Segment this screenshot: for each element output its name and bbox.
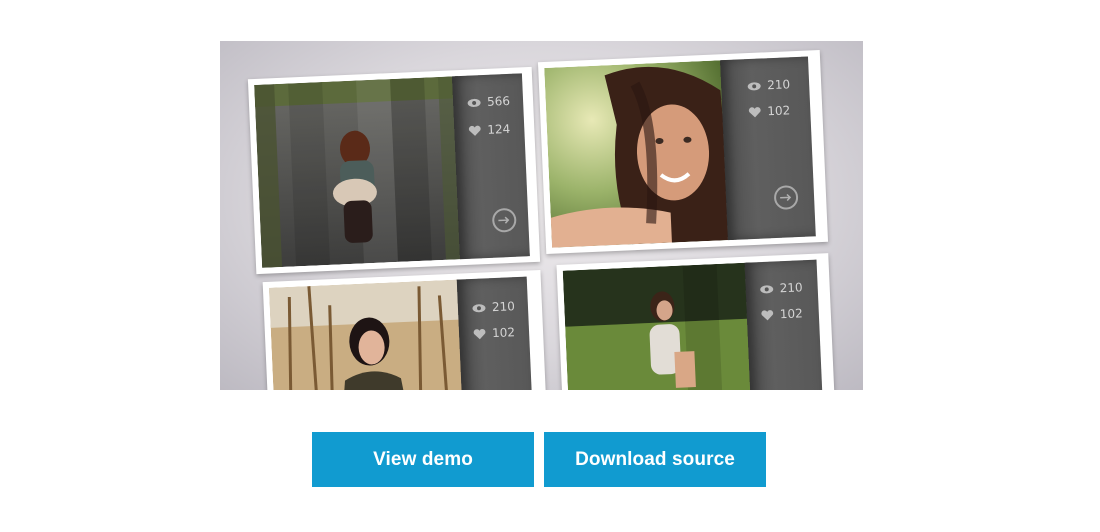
stats-panel: 210 102 (744, 259, 824, 390)
demo-preview-image: 566 124 210 102 210 102 210 102 (220, 41, 863, 390)
likes-count: 102 (491, 325, 516, 341)
gallery-card-1[interactable]: 566 124 (247, 66, 541, 275)
eye-icon (747, 81, 761, 90)
views-stat: 566 (467, 94, 510, 110)
heart-icon (761, 309, 774, 320)
download-source-button[interactable]: Download source (544, 432, 766, 487)
photo-road (254, 76, 466, 268)
gallery-card-3[interactable]: 210 102 (262, 270, 548, 390)
action-buttons: View demo Download source (312, 432, 766, 487)
arrow-right-circle-icon[interactable] (491, 207, 517, 233)
views-count: 566 (486, 93, 511, 109)
eye-icon (760, 284, 774, 293)
likes-stat: 102 (748, 103, 790, 119)
photo-field-woman (562, 262, 758, 390)
views-count: 210 (779, 280, 803, 296)
arrow-right-circle-icon[interactable] (773, 185, 799, 211)
road-photo-illustration (254, 76, 466, 268)
heart-icon (468, 125, 481, 136)
field-photo-illustration (562, 262, 758, 390)
view-demo-button[interactable]: View demo (312, 432, 534, 487)
views-stat: 210 (759, 280, 803, 296)
heart-icon (748, 106, 761, 117)
portrait-photo-illustration (544, 60, 734, 248)
stats-panel: 210 102 (720, 56, 816, 241)
likes-count: 102 (766, 103, 791, 119)
gallery-card-2[interactable]: 210 102 (537, 49, 829, 255)
likes-stat: 102 (761, 306, 803, 322)
views-stat: 210 (747, 77, 790, 93)
likes-count: 102 (779, 306, 804, 322)
likes-count: 124 (487, 121, 511, 137)
views-count: 210 (766, 77, 791, 93)
likes-stat: 102 (473, 325, 515, 341)
eye-icon (472, 303, 486, 312)
reeds-photo-illustration (268, 279, 470, 390)
photo-smiling-woman (544, 60, 734, 248)
photo-reeds-woman (268, 279, 470, 390)
heart-icon (473, 328, 486, 339)
likes-stat: 124 (468, 121, 511, 138)
eye-icon (467, 98, 481, 107)
stats-panel: 210 102 (456, 276, 534, 390)
views-stat: 210 (472, 299, 515, 315)
gallery-card-4[interactable]: 210 102 (556, 253, 836, 390)
stats-panel: 566 124 (451, 73, 530, 260)
views-count: 210 (491, 299, 516, 315)
